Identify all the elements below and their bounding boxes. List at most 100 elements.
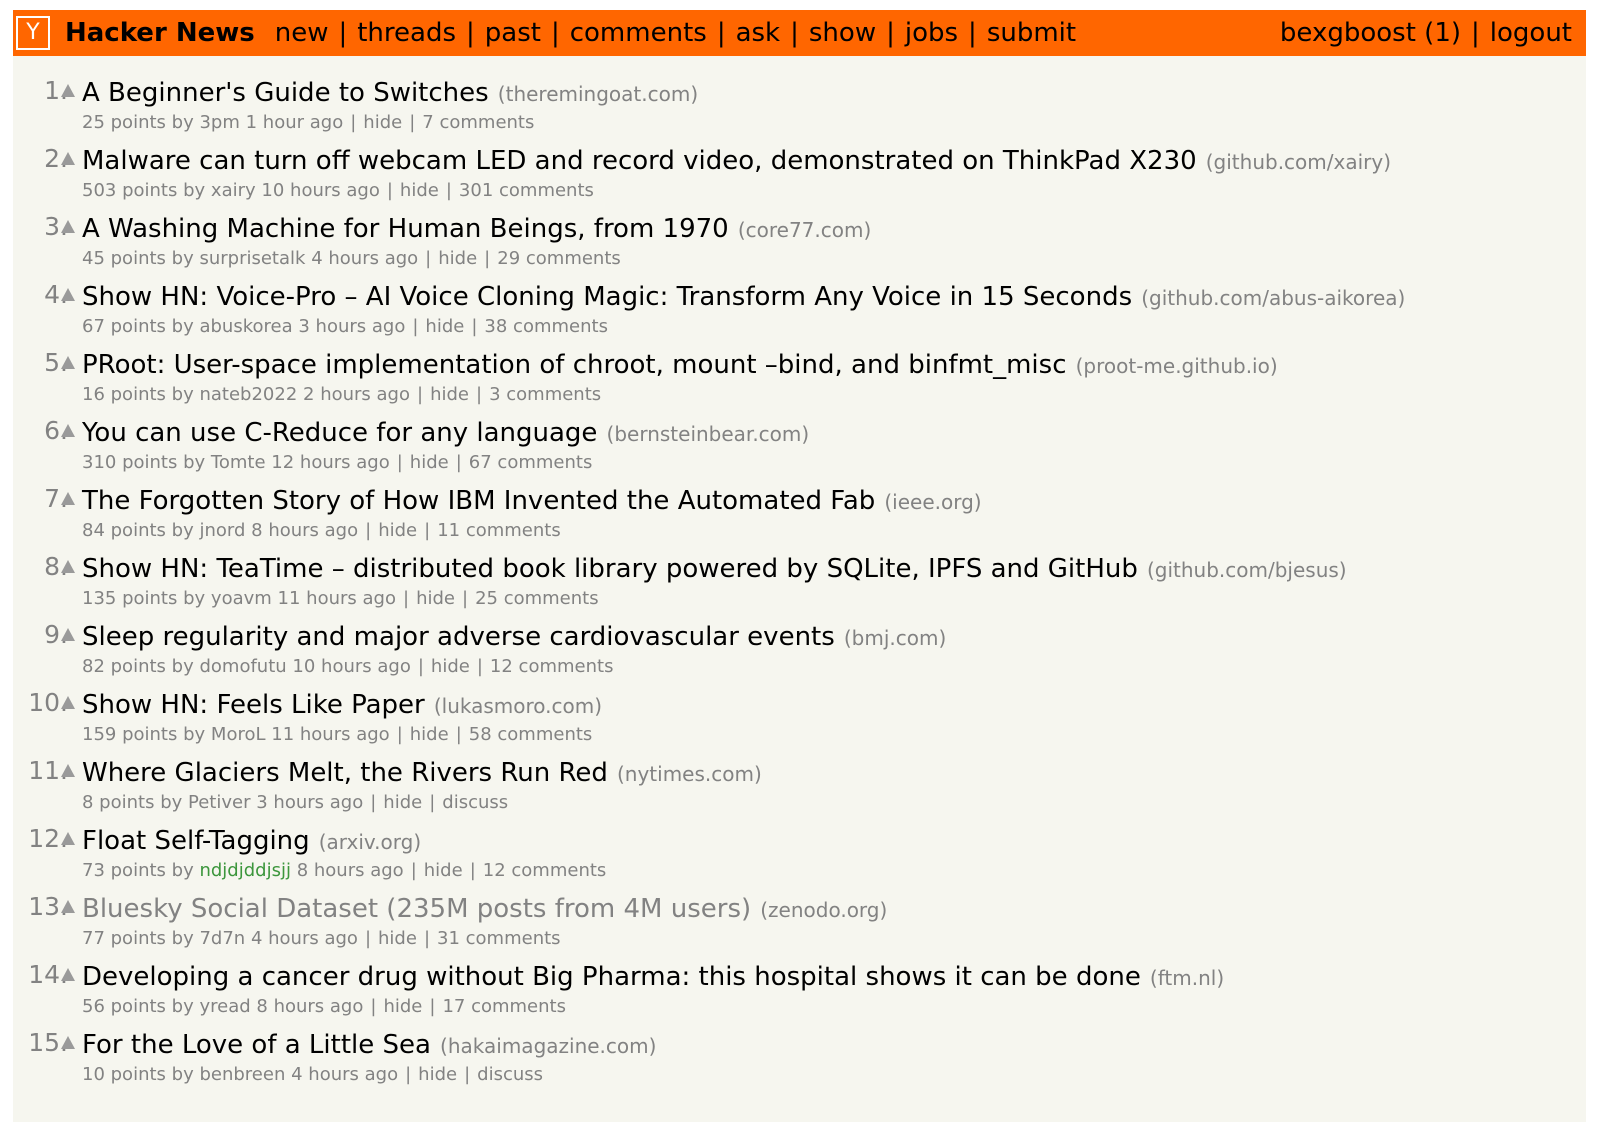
upvote-arrow-icon[interactable] bbox=[61, 696, 75, 709]
upvote-arrow-icon[interactable] bbox=[61, 492, 75, 505]
story-site-link[interactable]: (github.com/abus-aikorea) bbox=[1141, 286, 1405, 310]
story-title-link[interactable]: Show HN: Voice-Pro – AI Voice Cloning Ma… bbox=[82, 282, 1132, 312]
nav-comments[interactable]: comments bbox=[570, 18, 707, 48]
upvote-arrow-icon[interactable] bbox=[61, 84, 75, 97]
story-user-link[interactable]: 7d7n bbox=[199, 928, 245, 949]
upvote-arrow-icon[interactable] bbox=[61, 424, 75, 437]
story-comments-link[interactable]: 25 comments bbox=[475, 588, 599, 609]
story-user-link[interactable]: nateb2022 bbox=[199, 384, 297, 405]
story-comments-link[interactable]: discuss bbox=[442, 792, 508, 813]
upvote-arrow-icon[interactable] bbox=[61, 1036, 75, 1049]
story-title-link[interactable]: PRoot: User-space implementation of chro… bbox=[82, 350, 1067, 380]
story-hide-link[interactable]: hide bbox=[363, 112, 402, 133]
story-hide-link[interactable]: hide bbox=[425, 316, 464, 337]
story-comments-link[interactable]: discuss bbox=[477, 1064, 543, 1085]
nav-jobs[interactable]: jobs bbox=[905, 18, 958, 48]
upvote-arrow-icon[interactable] bbox=[61, 900, 75, 913]
story-comments-link[interactable]: 301 comments bbox=[459, 180, 594, 201]
upvote-arrow-icon[interactable] bbox=[61, 560, 75, 573]
story-title-link[interactable]: The Forgotten Story of How IBM Invented … bbox=[82, 486, 875, 516]
story-site-link[interactable]: (zenodo.org) bbox=[760, 898, 887, 922]
story-title-link[interactable]: Sleep regularity and major adverse cardi… bbox=[82, 622, 835, 652]
story-age-link[interactable]: 8 hours ago bbox=[297, 860, 404, 881]
story-comments-link[interactable]: 29 comments bbox=[497, 248, 621, 269]
story-site-link[interactable]: (proot-me.github.io) bbox=[1076, 354, 1278, 378]
story-age-link[interactable]: 3 hours ago bbox=[298, 316, 405, 337]
story-age-link[interactable]: 4 hours ago bbox=[291, 1064, 398, 1085]
upvote-arrow-icon[interactable] bbox=[61, 764, 75, 777]
nav-threads[interactable]: threads bbox=[357, 18, 456, 48]
story-site-link[interactable]: (bmj.com) bbox=[844, 626, 946, 650]
story-age-link[interactable]: 8 hours ago bbox=[256, 996, 363, 1017]
story-hide-link[interactable]: hide bbox=[400, 180, 439, 201]
story-site-link[interactable]: (nytimes.com) bbox=[617, 762, 762, 786]
story-user-link[interactable]: 3pm bbox=[199, 112, 239, 133]
site-name-link[interactable]: Hacker News bbox=[65, 18, 255, 48]
story-comments-link[interactable]: 67 comments bbox=[469, 452, 593, 473]
story-site-link[interactable]: (arxiv.org) bbox=[319, 830, 421, 854]
story-site-link[interactable]: (core77.com) bbox=[738, 218, 871, 242]
logout-link[interactable]: logout bbox=[1490, 18, 1572, 48]
story-title-link[interactable]: Float Self-Tagging bbox=[82, 826, 310, 856]
story-user-link[interactable]: MoroL bbox=[211, 724, 266, 745]
story-title-link[interactable]: For the Love of a Little Sea bbox=[82, 1030, 431, 1060]
story-site-link[interactable]: (theremingoat.com) bbox=[498, 82, 698, 106]
story-comments-link[interactable]: 12 comments bbox=[490, 656, 614, 677]
story-comments-link[interactable]: 38 comments bbox=[484, 316, 608, 337]
story-comments-link[interactable]: 11 comments bbox=[437, 520, 561, 541]
story-title-link[interactable]: Where Glaciers Melt, the Rivers Run Red bbox=[82, 758, 608, 788]
story-age-link[interactable]: 10 hours ago bbox=[261, 180, 379, 201]
story-hide-link[interactable]: hide bbox=[438, 248, 477, 269]
story-hide-link[interactable]: hide bbox=[410, 724, 449, 745]
story-user-link[interactable]: xairy bbox=[211, 180, 256, 201]
story-user-link[interactable]: ndjdjddjsjj bbox=[199, 860, 291, 881]
story-age-link[interactable]: 11 hours ago bbox=[278, 588, 396, 609]
upvote-arrow-icon[interactable] bbox=[61, 220, 75, 233]
nav-submit[interactable]: submit bbox=[987, 18, 1076, 48]
story-user-link[interactable]: Petiver bbox=[188, 792, 250, 813]
story-hide-link[interactable]: hide bbox=[378, 520, 417, 541]
nav-past[interactable]: past bbox=[485, 18, 541, 48]
upvote-arrow-icon[interactable] bbox=[61, 288, 75, 301]
story-site-link[interactable]: (github.com/xairy) bbox=[1206, 150, 1391, 174]
upvote-arrow-icon[interactable] bbox=[61, 628, 75, 641]
upvote-arrow-icon[interactable] bbox=[61, 968, 75, 981]
story-hide-link[interactable]: hide bbox=[383, 996, 422, 1017]
story-user-link[interactable]: yread bbox=[199, 996, 250, 1017]
story-site-link[interactable]: (lukasmoro.com) bbox=[434, 694, 602, 718]
story-comments-link[interactable]: 31 comments bbox=[437, 928, 561, 949]
story-hide-link[interactable]: hide bbox=[378, 928, 417, 949]
story-age-link[interactable]: 3 hours ago bbox=[256, 792, 363, 813]
story-comments-link[interactable]: 12 comments bbox=[483, 860, 607, 881]
story-title-link[interactable]: Malware can turn off webcam LED and reco… bbox=[82, 146, 1197, 176]
y-logo-icon[interactable]: Y bbox=[16, 16, 50, 50]
story-hide-link[interactable]: hide bbox=[418, 1064, 457, 1085]
username-link[interactable]: bexgboost bbox=[1280, 18, 1416, 48]
nav-new[interactable]: new bbox=[275, 18, 329, 48]
story-user-link[interactable]: yoavm bbox=[211, 588, 272, 609]
story-user-link[interactable]: jnord bbox=[199, 520, 245, 541]
story-age-link[interactable]: 10 hours ago bbox=[292, 656, 410, 677]
story-age-link[interactable]: 2 hours ago bbox=[303, 384, 410, 405]
story-title-link[interactable]: Bluesky Social Dataset (235M posts from … bbox=[82, 894, 751, 924]
story-hide-link[interactable]: hide bbox=[416, 588, 455, 609]
story-age-link[interactable]: 12 hours ago bbox=[271, 452, 389, 473]
nav-ask[interactable]: ask bbox=[736, 18, 781, 48]
story-title-link[interactable]: Show HN: Feels Like Paper bbox=[82, 690, 425, 720]
upvote-arrow-icon[interactable] bbox=[61, 832, 75, 845]
story-user-link[interactable]: benbreen bbox=[199, 1064, 285, 1085]
story-age-link[interactable]: 1 hour ago bbox=[246, 112, 344, 133]
upvote-arrow-icon[interactable] bbox=[61, 356, 75, 369]
story-hide-link[interactable]: hide bbox=[424, 860, 463, 881]
nav-show[interactable]: show bbox=[809, 18, 876, 48]
story-title-link[interactable]: You can use C-Reduce for any language bbox=[82, 418, 597, 448]
story-age-link[interactable]: 4 hours ago bbox=[311, 248, 418, 269]
story-hide-link[interactable]: hide bbox=[430, 384, 469, 405]
story-title-link[interactable]: A Washing Machine for Human Beings, from… bbox=[82, 214, 729, 244]
story-site-link[interactable]: (hakaimagazine.com) bbox=[440, 1034, 656, 1058]
story-comments-link[interactable]: 3 comments bbox=[489, 384, 601, 405]
story-user-link[interactable]: surprisetalk bbox=[199, 248, 305, 269]
story-comments-link[interactable]: 7 comments bbox=[422, 112, 534, 133]
story-user-link[interactable]: abuskorea bbox=[199, 316, 292, 337]
story-comments-link[interactable]: 58 comments bbox=[469, 724, 593, 745]
